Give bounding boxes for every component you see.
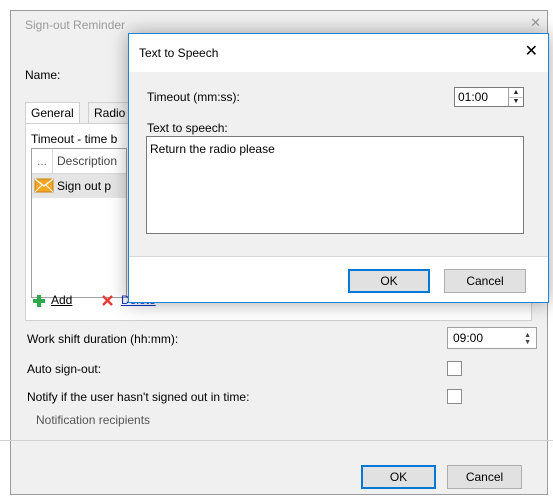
tts-textarea[interactable]: Return the radio please xyxy=(146,136,524,234)
dialog-cancel-button[interactable]: Cancel xyxy=(444,269,526,293)
work-shift-label: Work shift duration (hh:mm): xyxy=(27,332,179,346)
auto-signout-label: Auto sign-out: xyxy=(27,362,102,376)
dialog-footer-divider xyxy=(129,256,548,257)
table-row[interactable]: Sign out p xyxy=(32,174,126,198)
dialog-title: Text to Speech xyxy=(139,46,219,60)
footer-divider xyxy=(0,440,553,441)
cancel-button[interactable]: Cancel xyxy=(447,465,522,489)
work-shift-stepper[interactable]: 09:00 ▲ ▼ xyxy=(447,327,537,349)
spin-down-icon[interactable]: ▼ xyxy=(509,97,523,106)
text-to-speech-dialog: Text to Speech ✕ Timeout (mm:ss): 01:00 … xyxy=(128,33,549,303)
timeout-value[interactable]: 01:00 xyxy=(458,90,488,104)
add-icon[interactable] xyxy=(32,294,46,308)
tab-general[interactable]: General xyxy=(25,102,80,124)
spin-up-icon[interactable]: ▲ xyxy=(524,332,531,339)
notification-recipients-label[interactable]: Notification recipients xyxy=(36,413,150,427)
timeout-section-label: Timeout - time b xyxy=(31,132,118,146)
grid-header-description[interactable]: Description xyxy=(57,149,117,173)
dialog-body: Timeout (mm:ss): 01:00 ▲ ▼ Text to speec… xyxy=(129,72,548,256)
auto-signout-checkbox[interactable] xyxy=(447,361,462,376)
delete-icon[interactable] xyxy=(101,294,114,307)
window-title: Sign-out Reminder xyxy=(25,18,126,32)
ok-button[interactable]: OK xyxy=(361,465,436,489)
close-icon[interactable]: ✕ xyxy=(530,15,541,31)
timeout-stepper[interactable]: 01:00 ▲ ▼ xyxy=(454,87,524,107)
grid-header-selector: ... xyxy=(32,149,53,173)
timeout-label: Timeout (mm:ss): xyxy=(147,90,240,104)
spin-down-icon[interactable]: ▼ xyxy=(524,339,531,346)
timeout-spin-buttons[interactable]: ▲ ▼ xyxy=(508,88,523,106)
notify-label: Notify if the user hasn't signed out in … xyxy=(27,390,250,404)
name-label: Name: xyxy=(25,68,61,82)
tab-radio[interactable]: Radio xyxy=(88,102,132,123)
work-shift-value[interactable]: 09:00 xyxy=(453,331,483,345)
add-link[interactable]: Add xyxy=(51,293,72,307)
grid-header: ... Description xyxy=(32,149,126,174)
dialog-close-icon[interactable]: ✕ xyxy=(525,41,538,61)
reminder-grid: ... Description Sign out p xyxy=(31,148,127,298)
envelope-icon xyxy=(34,178,54,193)
dialog-ok-button[interactable]: OK xyxy=(348,269,430,293)
grid-row-description: Sign out p xyxy=(57,179,112,193)
notify-checkbox[interactable] xyxy=(447,389,462,404)
tts-label: Text to speech: xyxy=(147,121,228,135)
